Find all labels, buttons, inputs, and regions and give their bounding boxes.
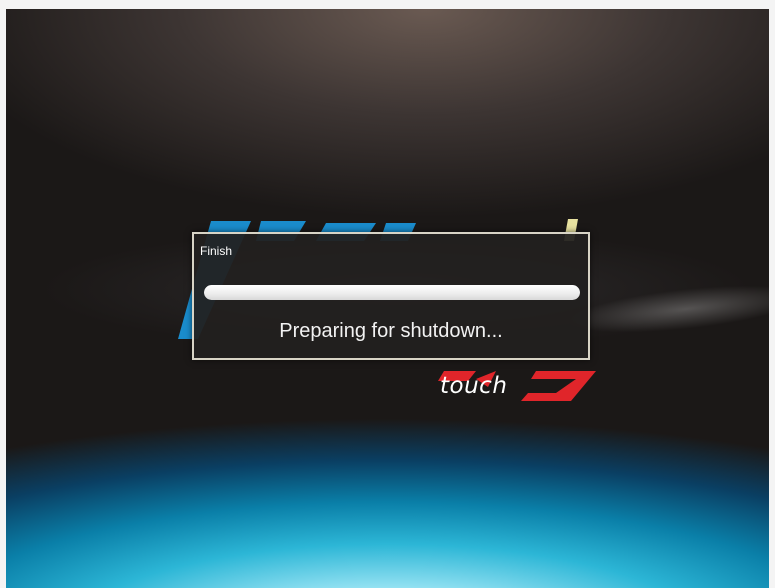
- logo-red-stroke-2: [521, 371, 596, 401]
- photo-frame: touch Finish Preparing for shutdown...: [0, 0, 775, 588]
- logo-touch-text: touch: [440, 373, 508, 399]
- progress-bar-fill: [204, 285, 580, 300]
- shutdown-dialog: Finish Preparing for shutdown...: [192, 232, 590, 360]
- progress-bar: [204, 285, 580, 300]
- dialog-title: Finish: [200, 244, 233, 258]
- status-message: Preparing for shutdown...: [279, 320, 503, 342]
